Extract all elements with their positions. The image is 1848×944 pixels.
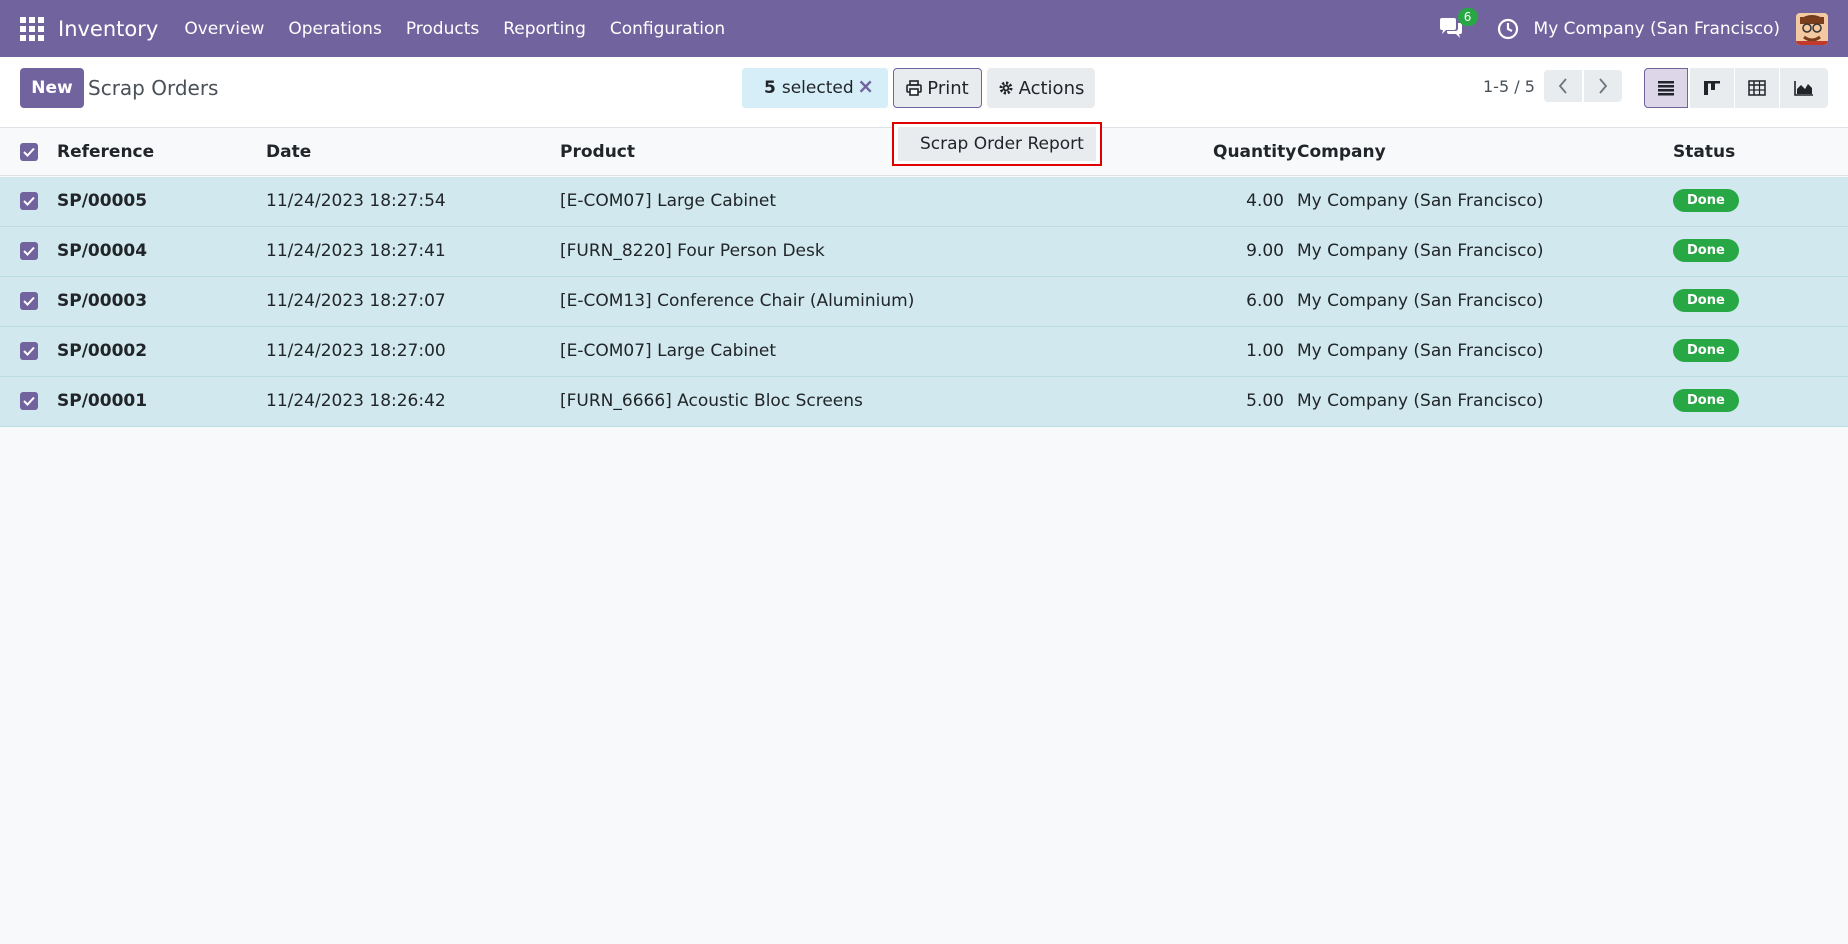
column-header-company[interactable]: Company xyxy=(1297,142,1386,162)
actions-label: Actions xyxy=(1018,77,1085,99)
company-switcher[interactable]: My Company (San Francisco) xyxy=(1534,19,1780,39)
column-header-reference[interactable]: Reference xyxy=(57,142,154,162)
menu-configuration[interactable]: Configuration xyxy=(598,19,737,39)
cell-date: 11/24/2023 18:27:00 xyxy=(266,341,446,361)
column-header-status[interactable]: Status xyxy=(1673,142,1735,162)
column-header-product[interactable]: Product xyxy=(560,142,635,162)
clock-icon[interactable] xyxy=(1496,17,1520,41)
cell-reference: SP/00002 xyxy=(57,341,148,361)
cell-company: My Company (San Francisco) xyxy=(1297,341,1544,361)
column-header-date[interactable]: Date xyxy=(266,142,311,162)
graph-view-button[interactable] xyxy=(1780,68,1828,108)
status-badge: Done xyxy=(1673,239,1739,262)
cell-reference: SP/00001 xyxy=(57,391,148,411)
cell-company: My Company (San Francisco) xyxy=(1297,241,1544,261)
cell-product: [FURN_6666] Acoustic Bloc Screens xyxy=(560,391,863,411)
list-view-button[interactable] xyxy=(1644,68,1688,108)
pager-previous-button[interactable] xyxy=(1544,70,1582,102)
selected-count: 5 xyxy=(764,78,776,98)
cell-quantity: 4.00 xyxy=(1246,191,1284,211)
status-badge: Done xyxy=(1673,189,1739,212)
menu-products[interactable]: Products xyxy=(394,19,491,39)
cell-quantity: 6.00 xyxy=(1246,291,1284,311)
pager-next-button[interactable] xyxy=(1584,70,1622,102)
status-badge: Done xyxy=(1673,289,1739,312)
scrap-order-report-item[interactable]: Scrap Order Report xyxy=(898,127,1096,161)
area-chart-icon xyxy=(1794,81,1813,96)
chat-count-badge: 6 xyxy=(1457,7,1478,26)
cell-reference: SP/00004 xyxy=(57,241,148,261)
list-icon xyxy=(1658,81,1674,96)
table-row[interactable]: SP/00005 11/24/2023 18:27:54 [E-COM07] L… xyxy=(0,177,1848,227)
app-name[interactable]: Inventory xyxy=(58,17,158,41)
cell-product: [E-COM07] Large Cabinet xyxy=(560,191,777,211)
avatar[interactable] xyxy=(1796,12,1828,45)
cell-date: 11/24/2023 18:27:07 xyxy=(266,291,446,311)
row-checkbox[interactable] xyxy=(20,392,38,410)
cell-date: 11/24/2023 18:26:42 xyxy=(266,391,446,411)
row-checkbox[interactable] xyxy=(20,342,38,360)
row-checkbox[interactable] xyxy=(20,192,38,210)
cell-product: [FURN_8220] Four Person Desk xyxy=(560,241,825,261)
cell-product: [E-COM13] Conference Chair (Aluminium) xyxy=(560,291,915,311)
table-row[interactable]: SP/00002 11/24/2023 18:27:00 [E-COM07] L… xyxy=(0,327,1848,377)
actions-button[interactable]: Actions xyxy=(987,68,1095,108)
cell-reference: SP/00005 xyxy=(57,191,148,211)
pivot-table-icon xyxy=(1748,80,1766,96)
kanban-view-button[interactable] xyxy=(1690,68,1734,108)
cell-quantity: 5.00 xyxy=(1246,391,1284,411)
pivot-view-button[interactable] xyxy=(1735,68,1779,108)
cell-quantity: 1.00 xyxy=(1246,341,1284,361)
kanban-icon xyxy=(1704,81,1720,95)
menu-operations[interactable]: Operations xyxy=(276,19,393,39)
print-button[interactable]: Print xyxy=(893,68,982,108)
print-label: Print xyxy=(927,77,969,99)
cell-date: 11/24/2023 18:27:41 xyxy=(266,241,446,261)
menu-overview[interactable]: Overview xyxy=(172,19,276,39)
row-checkbox[interactable] xyxy=(20,292,38,310)
clear-selection-icon[interactable]: × xyxy=(857,74,874,98)
cell-product: [E-COM07] Large Cabinet xyxy=(560,341,777,361)
printer-icon xyxy=(906,80,923,96)
table-row[interactable]: SP/00003 11/24/2023 18:27:07 [E-COM13] C… xyxy=(0,277,1848,327)
menu-reporting[interactable]: Reporting xyxy=(491,19,598,39)
selection-indicator: 5 selected × xyxy=(742,68,888,108)
table-row[interactable]: SP/00004 11/24/2023 18:27:41 [FURN_8220]… xyxy=(0,227,1848,277)
status-badge: Done xyxy=(1673,389,1739,412)
row-checkbox[interactable] xyxy=(20,242,38,260)
cell-company: My Company (San Francisco) xyxy=(1297,191,1544,211)
chat-icon[interactable]: 6 xyxy=(1438,7,1478,41)
cell-date: 11/24/2023 18:27:54 xyxy=(266,191,446,211)
table-row[interactable]: SP/00001 11/24/2023 18:26:42 [FURN_6666]… xyxy=(0,377,1848,427)
page-title[interactable]: Scrap Orders xyxy=(88,76,218,100)
apps-grid-icon[interactable] xyxy=(20,16,44,41)
cell-company: My Company (San Francisco) xyxy=(1297,391,1544,411)
selected-label: selected xyxy=(781,78,854,98)
chevron-left-icon xyxy=(1558,78,1567,94)
cell-quantity: 9.00 xyxy=(1246,241,1284,261)
column-header-quantity[interactable]: Quantity xyxy=(1213,142,1296,162)
chevron-right-icon xyxy=(1599,78,1608,94)
cell-company: My Company (San Francisco) xyxy=(1297,291,1544,311)
print-dropdown-menu: Scrap Order Report xyxy=(892,122,1102,166)
control-panel: New Scrap Orders 5 selected × Print Acti… xyxy=(0,57,1848,128)
gear-icon xyxy=(998,80,1014,96)
select-all-checkbox[interactable] xyxy=(20,143,38,161)
new-button[interactable]: New xyxy=(20,68,84,108)
status-badge: Done xyxy=(1673,339,1739,362)
top-navbar: Inventory Overview Operations Products R… xyxy=(0,0,1848,57)
cell-reference: SP/00003 xyxy=(57,291,148,311)
pager-value[interactable]: 1-5 / 5 xyxy=(1483,77,1535,96)
